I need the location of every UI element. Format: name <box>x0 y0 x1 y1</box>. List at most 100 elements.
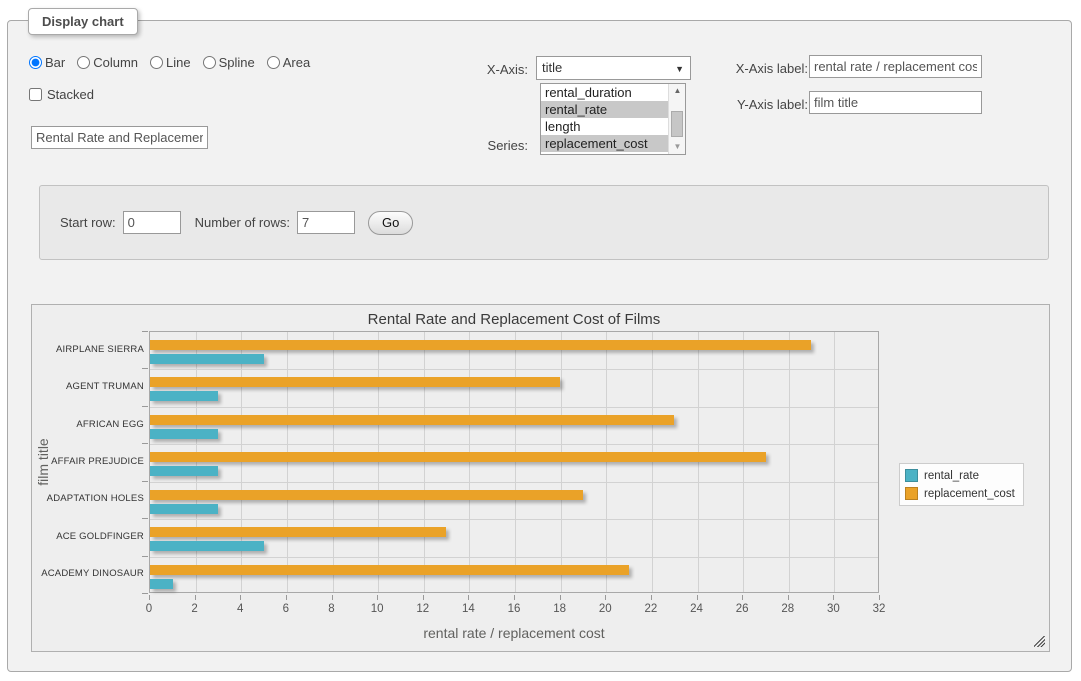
x-tick-label: 30 <box>827 603 840 615</box>
legend-swatch-replacement_cost <box>905 487 918 500</box>
chart-legend: rental_rate replacement_cost <box>899 463 1024 506</box>
x-tick-label: 8 <box>328 603 334 615</box>
go-button[interactable]: Go <box>368 211 413 235</box>
chart-type-radio-label: Area <box>283 55 310 70</box>
category-label: AFRICAN EGG <box>32 419 144 430</box>
category-label: AIRPLANE SIERRA <box>32 344 144 355</box>
chart-type-radio-area[interactable] <box>267 56 280 69</box>
number-of-rows-input[interactable] <box>297 211 355 234</box>
gridline <box>834 332 835 592</box>
series-option-replacement_cost[interactable]: replacement_cost <box>541 135 669 152</box>
gridline <box>150 444 878 445</box>
number-of-rows-label: Number of rows: <box>195 215 290 230</box>
chart-type-radio-line[interactable] <box>150 56 163 69</box>
chart-type-radio-label: Spline <box>219 55 255 70</box>
chart-type-option-bar: Bar <box>29 55 65 70</box>
x-tick-mark <box>149 595 150 600</box>
scrollbar-thumb[interactable] <box>671 111 683 137</box>
x-tick-label: 10 <box>371 603 384 615</box>
legend-row: rental_rate <box>905 469 1015 482</box>
bar-replacement_cost <box>150 565 629 575</box>
stacked-label: Stacked <box>47 87 94 102</box>
chart-type-radio-label: Line <box>166 55 191 70</box>
legend-swatch-rental_rate <box>905 469 918 482</box>
chart-type-radio-spline[interactable] <box>203 56 216 69</box>
y-axis-label-label: Y-Axis label: <box>653 97 808 112</box>
bar-rental_rate <box>150 354 264 364</box>
x-tick-mark <box>514 595 515 600</box>
x-tick-mark <box>423 595 424 600</box>
bar-replacement_cost <box>150 452 766 462</box>
x-tick-mark <box>286 595 287 600</box>
stacked-checkbox[interactable] <box>29 88 42 101</box>
x-axis-title: rental rate / replacement cost <box>149 625 879 641</box>
x-tick-mark <box>651 595 652 600</box>
stacked-row: Stacked <box>29 87 94 102</box>
x-tick-label: 6 <box>283 603 289 615</box>
legend-row: replacement_cost <box>905 487 1015 500</box>
y-tick-mark <box>142 481 148 482</box>
bar-rental_rate <box>150 504 218 514</box>
display-chart-fieldset: Display chart BarColumnLineSplineArea St… <box>7 20 1072 672</box>
y-tick-mark <box>142 518 148 519</box>
x-tick-mark <box>195 595 196 600</box>
y-tick-mark <box>142 556 148 557</box>
fieldset-legend: Display chart <box>28 8 138 35</box>
chart-type-option-area: Area <box>267 55 310 70</box>
y-tick-mark <box>142 593 148 594</box>
legend-label: rental_rate <box>924 470 979 482</box>
y-axis-label-input[interactable] <box>809 91 982 114</box>
x-tick-mark <box>879 595 880 600</box>
chart-type-option-spline: Spline <box>203 55 255 70</box>
chart-type-radio-label: Bar <box>45 55 65 70</box>
bar-replacement_cost <box>150 377 560 387</box>
chart-container: Rental Rate and Replacement Cost of Film… <box>31 304 1050 652</box>
y-tick-mark <box>142 368 148 369</box>
category-label: AGENT TRUMAN <box>32 381 144 392</box>
page: Display chart Bar Column Line Spline Area St… <box>0 0 1081 681</box>
series-option-rental_duration[interactable]: rental_duration <box>541 84 669 101</box>
x-tick-mark <box>697 595 698 600</box>
bar-replacement_cost <box>150 527 446 537</box>
x-axis-label-input[interactable] <box>809 55 982 78</box>
bar-replacement_cost <box>150 490 583 500</box>
category-label: ADAPTATION HOLES <box>32 493 144 504</box>
bar-rental_rate <box>150 429 218 439</box>
x-tick-label: 2 <box>191 603 197 615</box>
chart-type-radio-group: Bar Column Line Spline Area <box>29 55 318 70</box>
chart-type-radio-label: Column <box>93 55 138 70</box>
series-select-label: Series: <box>428 138 528 153</box>
series-option-length[interactable]: length <box>541 118 669 135</box>
chart-title-input[interactable] <box>31 126 208 149</box>
legend-label: replacement_cost <box>924 488 1015 500</box>
x-tick-label: 20 <box>599 603 612 615</box>
bar-rental_rate <box>150 391 218 401</box>
series-scrollbar[interactable]: ▲ ▼ <box>668 84 685 154</box>
bar-replacement_cost <box>150 415 674 425</box>
x-axis-label-label: X-Axis label: <box>653 61 808 76</box>
x-tick-mark <box>560 595 561 600</box>
resize-handle-icon[interactable] <box>1034 636 1045 647</box>
y-tick-mark <box>142 443 148 444</box>
start-row-input[interactable] <box>123 211 181 234</box>
chart-title: Rental Rate and Replacement Cost of Film… <box>149 311 879 328</box>
scroll-up-icon[interactable]: ▲ <box>669 84 686 98</box>
x-tick-label: 26 <box>736 603 749 615</box>
x-tick-mark <box>788 595 789 600</box>
x-tick-mark <box>742 595 743 600</box>
category-label: ACE GOLDFINGER <box>32 531 144 542</box>
gridline <box>150 519 878 520</box>
bar-replacement_cost <box>150 340 811 350</box>
chart-type-option-column: Column <box>77 55 138 70</box>
series-multiselect[interactable]: rental_durationrental_ratelengthreplacem… <box>540 83 686 155</box>
x-tick-mark <box>605 595 606 600</box>
chart-type-radio-column[interactable] <box>77 56 90 69</box>
chart-type-radio-bar[interactable] <box>29 56 42 69</box>
x-tick-label: 4 <box>237 603 243 615</box>
series-option-rental_rate[interactable]: rental_rate <box>541 101 669 118</box>
x-tick-mark <box>377 595 378 600</box>
x-tick-label: 12 <box>416 603 429 615</box>
scroll-down-icon[interactable]: ▼ <box>669 140 686 154</box>
x-tick-label: 28 <box>781 603 794 615</box>
bar-rental_rate <box>150 466 218 476</box>
